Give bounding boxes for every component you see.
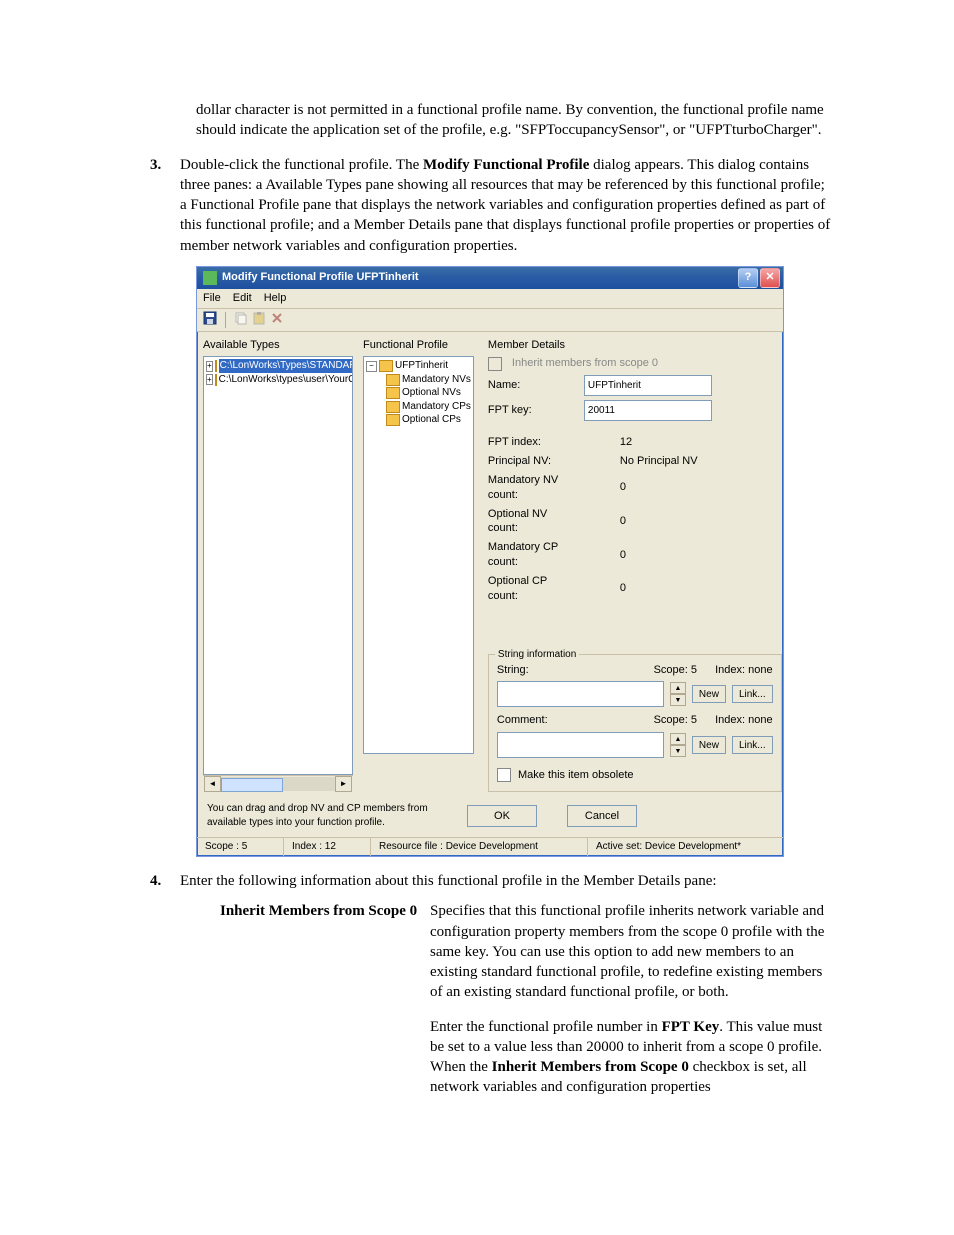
fp-child[interactable]: Optional NVs: [402, 386, 461, 400]
status-resfile: Resource file : Device Development: [371, 838, 588, 856]
new-comment-button[interactable]: New: [692, 736, 726, 754]
tree-scrollbar[interactable]: ◄ ►: [203, 775, 353, 792]
scroll-left-icon[interactable]: ◄: [204, 776, 221, 792]
cancel-button[interactable]: Cancel: [567, 805, 637, 827]
help-button[interactable]: ?: [738, 268, 758, 288]
drag-drop-hint: You can drag and drop NV and CP members …: [207, 802, 437, 829]
list-item-4: 4. Enter the following information about…: [150, 871, 834, 891]
detail-value: No Principal NV: [620, 454, 698, 469]
folder-icon: [215, 374, 217, 386]
scroll-right-icon[interactable]: ►: [335, 776, 352, 792]
string-index: Index: none: [715, 663, 773, 678]
fptkey-input[interactable]: [584, 400, 712, 421]
toolbar: [197, 309, 783, 333]
available-types-label: Available Types: [203, 338, 353, 353]
link-string-button[interactable]: Link...: [732, 685, 773, 703]
list-item-3: 3. Double-click the functional profile. …: [150, 155, 834, 256]
spin-down-icon[interactable]: ▼: [670, 694, 686, 706]
list-number-4: 4.: [150, 871, 180, 891]
comment-textarea[interactable]: [497, 732, 664, 758]
collapse-icon[interactable]: −: [366, 361, 377, 372]
detail-label: FPT index:: [488, 435, 578, 450]
folder-icon: [386, 387, 400, 399]
string-textarea[interactable]: [497, 681, 664, 707]
obsolete-checkbox[interactable]: [497, 768, 511, 782]
detail-value: 0: [620, 581, 626, 596]
fp-child[interactable]: Mandatory NVs: [402, 373, 471, 387]
member-details-label: Member Details: [488, 338, 782, 353]
detail-label: Optional CP count:: [488, 574, 578, 604]
obsolete-label: Make this item obsolete: [518, 769, 634, 781]
menu-edit[interactable]: Edit: [233, 291, 252, 306]
scroll-thumb[interactable]: [221, 778, 283, 792]
close-button[interactable]: ✕: [760, 268, 780, 288]
list-number-3: 3.: [150, 155, 180, 256]
detail-value: 0: [620, 480, 626, 495]
spin-up-icon[interactable]: ▲: [670, 682, 686, 694]
fp-child[interactable]: Optional CPs: [402, 413, 461, 427]
list-text-4: Enter the following information about th…: [180, 871, 834, 891]
string-information-group: String information String: Scope: 5 Inde…: [488, 654, 782, 793]
menu-help[interactable]: Help: [264, 291, 287, 306]
ok-button[interactable]: OK: [467, 805, 537, 827]
functional-profile-label: Functional Profile: [363, 338, 474, 353]
detail-value: 0: [620, 514, 626, 529]
available-types-tree[interactable]: + C:\LonWorks\Types\STANDAR + C:\LonWork…: [203, 356, 353, 775]
tree-node-2[interactable]: C:\LonWorks\types\user\YourC: [219, 373, 353, 387]
definition-description: Specifies that this functional profile i…: [430, 901, 834, 1111]
status-index: Index : 12: [284, 838, 371, 856]
titlebar: Modify Functional Profile UFPTinherit ? …: [197, 267, 783, 289]
status-activeset: Active set: Device Development*: [588, 838, 783, 856]
save-icon[interactable]: [203, 311, 217, 330]
expand-icon[interactable]: +: [206, 361, 213, 372]
definition-block: Inherit Members from Scope 0 Specifies t…: [220, 901, 834, 1111]
name-input[interactable]: [584, 375, 712, 396]
folder-icon: [386, 401, 400, 413]
link-comment-button[interactable]: Link...: [732, 736, 773, 754]
folder-icon: [386, 374, 400, 386]
string-label: String:: [497, 663, 547, 678]
detail-label: Mandatory CP count:: [488, 540, 578, 570]
modify-functional-profile-dialog: Modify Functional Profile UFPTinherit ? …: [196, 266, 784, 857]
comment-label: Comment:: [497, 713, 547, 728]
fp-root[interactable]: UFPTinherit: [395, 359, 448, 373]
detail-value: 12: [620, 435, 632, 450]
folder-icon: [386, 414, 400, 426]
comment-scope: Scope: 5: [654, 713, 697, 728]
status-scope: Scope : 5: [197, 838, 284, 856]
group-title: String information: [495, 648, 579, 662]
name-label: Name:: [488, 378, 578, 393]
app-icon: [203, 271, 217, 285]
folder-icon: [215, 360, 217, 372]
functional-profile-tree[interactable]: − UFPTinherit Mandatory NVs Optional NVs…: [363, 356, 474, 754]
inherit-label: Inherit members from scope 0: [512, 356, 658, 371]
fp-child[interactable]: Mandatory CPs: [402, 400, 471, 414]
tree-node-1[interactable]: C:\LonWorks\Types\STANDAR: [219, 359, 353, 373]
intro-paragraph: dollar character is not permitted in a f…: [196, 100, 834, 141]
new-string-button[interactable]: New: [692, 685, 726, 703]
menubar: File Edit Help: [197, 289, 783, 309]
expand-icon[interactable]: +: [206, 374, 213, 385]
paste-icon[interactable]: [252, 311, 266, 330]
folder-open-icon: [379, 360, 393, 372]
comment-index: Index: none: [715, 713, 773, 728]
delete-icon[interactable]: [270, 311, 284, 330]
copy-icon[interactable]: [234, 311, 248, 330]
detail-label: Mandatory NV count:: [488, 473, 578, 503]
spin-up-icon[interactable]: ▲: [670, 733, 686, 745]
spin-down-icon[interactable]: ▼: [670, 745, 686, 757]
window-title: Modify Functional Profile UFPTinherit: [222, 270, 419, 285]
detail-label: Principal NV:: [488, 454, 578, 469]
detail-value: 0: [620, 548, 626, 563]
definition-term: Inherit Members from Scope 0: [220, 901, 430, 1111]
detail-label: Optional NV count:: [488, 507, 578, 537]
string-scope: Scope: 5: [654, 663, 697, 678]
fptkey-label: FPT key:: [488, 403, 578, 418]
statusbar: Scope : 5 Index : 12 Resource file : Dev…: [197, 837, 783, 856]
list-text-3: Double-click the functional profile. The…: [180, 155, 834, 256]
menu-file[interactable]: File: [203, 291, 221, 306]
inherit-checkbox: [488, 357, 502, 371]
